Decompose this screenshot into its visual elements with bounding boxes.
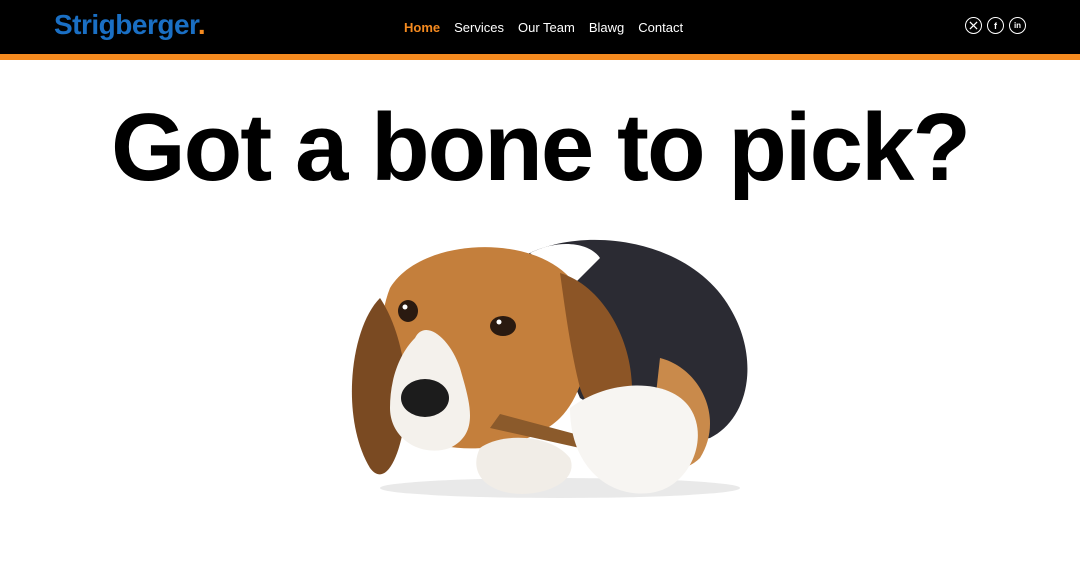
nav-contact[interactable]: Contact [638, 20, 683, 35]
main-menu: Home Services Our Team Blawg Contact [404, 0, 697, 54]
navbar-accent-bar [0, 54, 1080, 60]
logo-dot: . [197, 9, 206, 40]
x-twitter-icon[interactable] [965, 17, 982, 34]
linkedin-glyph: in [1013, 21, 1022, 30]
x-glyph [969, 21, 978, 30]
site-logo[interactable]: Strigberger. [54, 9, 206, 41]
hero-headline: Got a bone to pick? [110, 94, 971, 201]
facebook-icon[interactable]: f [987, 17, 1004, 34]
nav-home[interactable]: Home [404, 20, 440, 35]
nav-blawg[interactable]: Blawg [589, 20, 624, 35]
logo-text: Strigberger [54, 9, 198, 40]
social-links: f in [965, 17, 1026, 34]
linkedin-icon[interactable]: in [1009, 17, 1026, 34]
facebook-glyph: f [994, 20, 997, 31]
top-navbar: Strigberger. Home Services Our Team Blaw… [0, 0, 1080, 54]
nav-our-team[interactable]: Our Team [518, 20, 575, 35]
beagle-puppy-image [351, 239, 748, 498]
nav-services[interactable]: Services [454, 20, 504, 35]
